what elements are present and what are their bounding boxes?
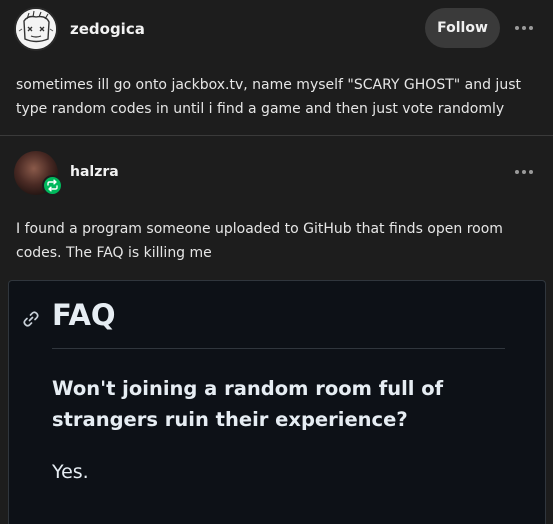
post-header: zedogica Follow xyxy=(0,0,553,58)
author-name[interactable]: zedogica xyxy=(70,20,145,38)
avatar[interactable] xyxy=(14,7,58,51)
divider xyxy=(0,135,553,136)
post-body: sometimes ill go onto jackbox.tv, name m… xyxy=(16,77,521,117)
more-icon[interactable] xyxy=(512,18,536,38)
faq-heading: FAQ xyxy=(52,298,116,332)
reblog-icon xyxy=(42,175,63,196)
faq-screenshot-image: FAQ Won't joining a random room full of … xyxy=(8,280,546,524)
faq-answer: Yes. xyxy=(52,461,89,483)
more-icon[interactable] xyxy=(512,162,536,182)
reblog-post: zedogica Follow sometimes ill go onto ja… xyxy=(0,0,553,524)
avatar-sketch-icon xyxy=(16,9,56,49)
reblog-body: I found a program someone uploaded to Gi… xyxy=(16,221,503,261)
link-icon xyxy=(23,311,39,327)
follow-button[interactable]: Follow xyxy=(425,8,500,48)
faq-question: Won't joining a random room full of stra… xyxy=(52,377,444,431)
faq-divider xyxy=(52,348,505,349)
reblog-author-name[interactable]: halzra xyxy=(70,164,119,180)
